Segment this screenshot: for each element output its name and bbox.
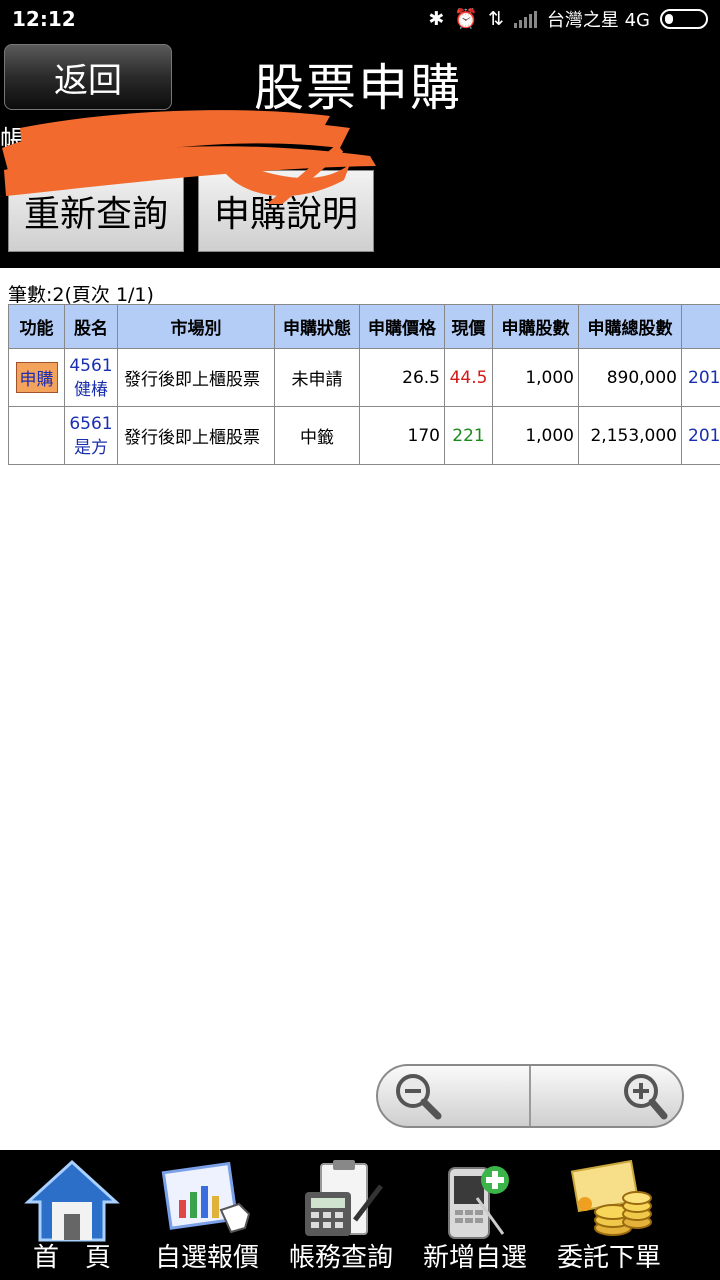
app-header: 返回 股票申購 帳 重新查詢 申購說明 <box>0 40 720 268</box>
bluetooth-icon: ✱ <box>428 8 445 30</box>
column-header: 市場別 <box>117 304 275 349</box>
column-header <box>681 304 720 349</box>
status-cell: 未申請 <box>274 348 360 407</box>
bottom-nav: 首 頁 自選報價 帳務查詢 新增自選 委託下單 <box>0 1150 720 1280</box>
column-header: 申購總股數 <box>578 304 682 349</box>
action-cell: 申購 <box>8 348 65 407</box>
stock-code[interactable]: 4561 <box>69 354 113 378</box>
back-button[interactable]: 返回 <box>4 44 172 110</box>
battery-icon <box>660 9 708 29</box>
stock-code[interactable]: 6561 <box>69 412 113 436</box>
data-transfer-icon: ⇅ <box>487 8 504 30</box>
table-header-row: 功能 股名 市場別 申購狀態 申購價格 現價 申購股數 申購總股數 <box>8 304 720 349</box>
calculator-icon <box>305 1160 383 1236</box>
stock-name[interactable]: 健椿 <box>69 378 113 402</box>
signal-icon <box>513 10 537 28</box>
alarm-icon: ⏰ <box>454 8 478 30</box>
nav-label: 首 頁 <box>32 1243 111 1273</box>
column-header: 現價 <box>444 304 493 349</box>
action-cell <box>8 406 65 465</box>
subscription-table: 功能 股名 市場別 申購狀態 申購價格 現價 申購股數 申購總股數 申購 456… <box>8 304 720 465</box>
nav-item-place-order[interactable]: 委託下單 <box>542 1150 676 1280</box>
chart-icon <box>161 1161 251 1234</box>
carrier-label: 台灣之星 4G <box>546 10 650 31</box>
column-header: 股名 <box>64 304 118 349</box>
redaction-scribble <box>2 110 376 204</box>
shares-cell: 1,000 <box>492 406 579 465</box>
content-area: 筆數:2(頁次 1/1) 功能 股名 市場別 申購狀態 申購價格 現價 申購股數… <box>0 268 720 1150</box>
column-header: 申購價格 <box>359 304 445 349</box>
stock-name[interactable]: 是方 <box>69 436 113 460</box>
status-bar: 12:12 ✱ ⏰ ⇅ 台灣之星 4G <box>0 0 720 40</box>
shares-cell: 1,000 <box>492 348 579 407</box>
column-header: 申購股數 <box>492 304 579 349</box>
total-shares-cell: 2,153,000 <box>578 406 682 465</box>
status-icons: ✱ ⏰ ⇅ 台灣之星 4G <box>428 6 708 32</box>
nav-label: 帳務查詢 <box>288 1243 393 1273</box>
home-icon <box>24 1159 120 1242</box>
table-row: 6561 是方 發行後即上櫃股票 中籤 170 221 1,000 2,153,… <box>8 406 720 465</box>
nav-label: 自選報價 <box>154 1243 259 1273</box>
total-shares-cell: 890,000 <box>578 348 682 407</box>
nav-item-account-inquiry[interactable]: 帳務查詢 <box>274 1150 408 1280</box>
nav-label: 委託下單 <box>556 1243 661 1273</box>
nav-item-add-watchlist[interactable]: 新增自選 <box>408 1150 542 1280</box>
zoom-out-button[interactable] <box>378 1066 531 1126</box>
subscription-table-wrapper[interactable]: 功能 股名 市場別 申購狀態 申購價格 現價 申購股數 申購總股數 申購 456… <box>8 304 720 465</box>
phone-add-icon <box>448 1166 509 1239</box>
zoom-out-icon <box>396 1074 442 1120</box>
price-cell: 170 <box>359 406 445 465</box>
table-row: 申購 4561 健椿 發行後即上櫃股票 未申請 26.5 44.5 1,000 … <box>8 348 720 407</box>
zoom-control <box>376 1064 684 1128</box>
record-count: 筆數:2(頁次 1/1) <box>8 284 154 306</box>
status-time: 12:12 <box>12 7 76 31</box>
stock-name-cell[interactable]: 6561 是方 <box>64 406 118 465</box>
status-cell: 中籤 <box>274 406 360 465</box>
price-cell: 26.5 <box>359 348 445 407</box>
nav-item-home[interactable]: 首 頁 <box>4 1150 140 1280</box>
coins-icon <box>570 1159 652 1236</box>
nav-item-watchlist-quotes[interactable]: 自選報價 <box>140 1150 274 1280</box>
current-price-cell: 221 <box>444 406 493 465</box>
apply-button[interactable]: 申購 <box>15 362 58 393</box>
column-header: 申購狀態 <box>274 304 360 349</box>
column-header: 功能 <box>8 304 65 349</box>
date-cell: 2018 <box>681 348 720 407</box>
stock-name-cell[interactable]: 4561 健椿 <box>64 348 118 407</box>
date-cell: 2018 <box>681 406 720 465</box>
zoom-in-button[interactable] <box>531 1066 682 1126</box>
market-cell: 發行後即上櫃股票 <box>117 348 275 407</box>
current-price-cell: 44.5 <box>444 348 493 407</box>
nav-label: 新增自選 <box>422 1243 527 1273</box>
market-cell: 發行後即上櫃股票 <box>117 406 275 465</box>
zoom-in-icon <box>624 1074 668 1120</box>
